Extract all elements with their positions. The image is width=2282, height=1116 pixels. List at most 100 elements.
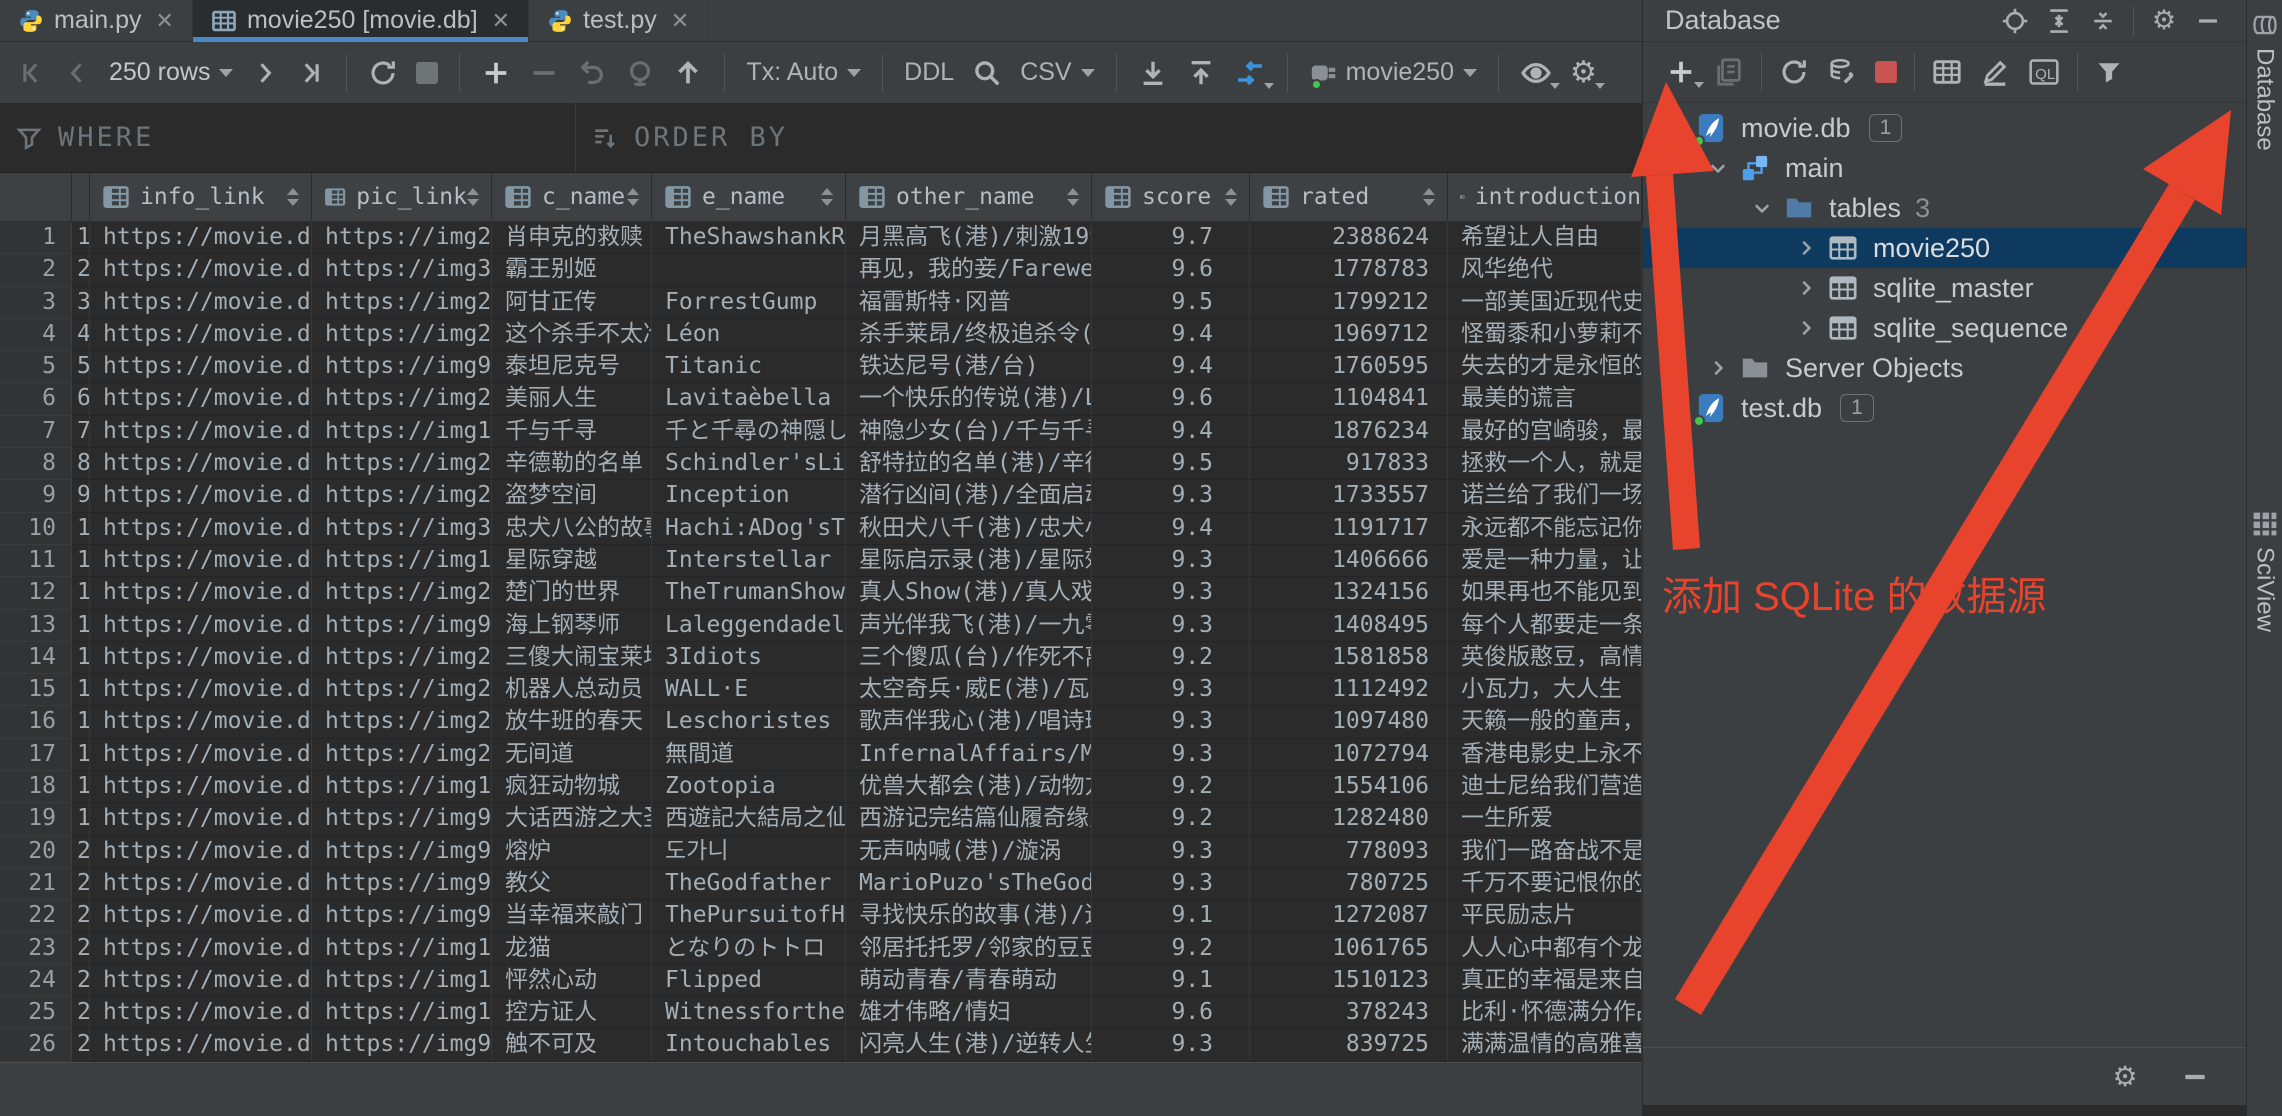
cell-other_name[interactable]: 三个傻瓜(台)/作死不离3兄弟(港 bbox=[846, 642, 1092, 674]
cell-introduction[interactable]: 人人心中都有个龙猫，童年就永 bbox=[1448, 933, 1642, 965]
cell-e_name[interactable]: Schindler'sList bbox=[652, 448, 846, 480]
last-page-button[interactable] bbox=[288, 51, 334, 95]
cell-c_name[interactable]: 控方证人 bbox=[492, 997, 652, 1029]
ddl-button[interactable]: DDL bbox=[895, 51, 963, 95]
import-data-button[interactable] bbox=[1177, 51, 1225, 95]
cell-info_link[interactable]: https://movie.douban… bbox=[90, 933, 312, 965]
cell-e_name[interactable]: Hachi:ADog'sTale bbox=[652, 513, 846, 545]
cell-rated[interactable]: 917833 bbox=[1250, 448, 1448, 480]
row-number[interactable]: 7 bbox=[0, 416, 72, 448]
cell-other_name[interactable]: 福雷斯特·冈普 bbox=[846, 287, 1092, 319]
close-icon[interactable]: ✕ bbox=[156, 8, 174, 34]
cell-info_link[interactable]: https://movie.douban… bbox=[90, 868, 312, 900]
cell-introduction[interactable]: 如果再也不能见到你，祝你早安 bbox=[1448, 577, 1642, 609]
cell-c_name[interactable]: 当幸福来敲门 bbox=[492, 900, 652, 932]
cell-e_name[interactable]: WALL·E bbox=[652, 674, 846, 706]
query-console-icon[interactable]: QL bbox=[2019, 50, 2069, 94]
cell-info_link[interactable]: https://movie.douban… bbox=[90, 222, 312, 254]
close-icon[interactable]: ✕ bbox=[671, 8, 689, 34]
cell-pic_link[interactable]: https://img2.dou… bbox=[312, 577, 492, 609]
cell-score[interactable]: 9.6 bbox=[1092, 383, 1250, 415]
cell-id[interactable]: 23 bbox=[72, 933, 90, 965]
cell-id[interactable]: 25 bbox=[72, 997, 90, 1029]
cell-pic_link[interactable]: https://img3.dou… bbox=[312, 254, 492, 286]
cell-score[interactable]: 9.3 bbox=[1092, 706, 1250, 738]
cell-id[interactable]: 4 bbox=[72, 319, 90, 351]
cell-pic_link[interactable]: https://img9.dou… bbox=[312, 868, 492, 900]
cell-info_link[interactable]: https://movie.douban… bbox=[90, 706, 312, 738]
open-table-icon[interactable] bbox=[1923, 50, 1971, 94]
chevron-right-icon[interactable] bbox=[1789, 317, 1823, 339]
chevron-right-icon[interactable] bbox=[1789, 237, 1823, 259]
cell-c_name[interactable]: 阿甘正传 bbox=[492, 287, 652, 319]
settings-gear-icon[interactable]: ⚙ bbox=[1561, 51, 1606, 95]
cell-id[interactable]: 2 bbox=[72, 254, 90, 286]
cell-e_name[interactable]: Leschoristes bbox=[652, 706, 846, 738]
cell-score[interactable]: 9.4 bbox=[1092, 351, 1250, 383]
cell-score[interactable]: 9.2 bbox=[1092, 803, 1250, 835]
cell-id[interactable]: 3 bbox=[72, 287, 90, 319]
cell-rated[interactable]: 1272087 bbox=[1250, 900, 1448, 932]
sort-arrows-icon[interactable] bbox=[1225, 188, 1237, 206]
cell-c_name[interactable]: 龙猫 bbox=[492, 933, 652, 965]
cell-introduction[interactable]: 诺兰给了我们一场无法盗取的梦 bbox=[1448, 480, 1642, 512]
cell-pic_link[interactable]: https://img2.dou… bbox=[312, 706, 492, 738]
row-number[interactable]: 24 bbox=[0, 965, 72, 997]
cell-other_name[interactable]: 月黑高飞(港)/刺激1995(台) bbox=[846, 222, 1092, 254]
cell-info_link[interactable]: https://movie.douban… bbox=[90, 803, 312, 835]
cell-info_link[interactable]: https://movie.douban… bbox=[90, 900, 312, 932]
cell-pic_link[interactable]: https://img1.dou… bbox=[312, 416, 492, 448]
cell-info_link[interactable]: https://movie.douban… bbox=[90, 448, 312, 480]
previous-page-button[interactable] bbox=[54, 51, 100, 95]
toolwindow-tab-sciview[interactable]: SciView bbox=[2251, 511, 2279, 632]
column-header-score[interactable]: score bbox=[1092, 173, 1250, 221]
cell-info_link[interactable]: https://movie.douban… bbox=[90, 287, 312, 319]
cell-e_name[interactable]: Intouchables bbox=[652, 1029, 846, 1061]
cell-score[interactable]: 9.1 bbox=[1092, 965, 1250, 997]
sort-arrows-icon[interactable] bbox=[467, 188, 479, 206]
cell-score[interactable]: 9.2 bbox=[1092, 933, 1250, 965]
cell-id[interactable]: 18 bbox=[72, 771, 90, 803]
cell-id[interactable]: 6 bbox=[72, 383, 90, 415]
cell-id[interactable]: 8 bbox=[72, 448, 90, 480]
cell-rated[interactable]: 1324156 bbox=[1250, 577, 1448, 609]
cell-c_name[interactable]: 无间道 bbox=[492, 739, 652, 771]
row-number[interactable]: 2 bbox=[0, 254, 72, 286]
tree-item-test-db[interactable]: test.db1 bbox=[1643, 388, 2247, 428]
cell-c_name[interactable]: 熔炉 bbox=[492, 836, 652, 868]
cell-introduction[interactable]: 小瓦力，大人生 bbox=[1448, 674, 1642, 706]
toolwindow-tab-database[interactable]: Database bbox=[2251, 12, 2279, 151]
submit-changes-button[interactable] bbox=[664, 51, 712, 95]
cell-info_link[interactable]: https://movie.douban… bbox=[90, 545, 312, 577]
collapse-all-icon[interactable] bbox=[2081, 3, 2125, 39]
cell-info_link[interactable]: https://movie.douban… bbox=[90, 577, 312, 609]
row-number[interactable]: 9 bbox=[0, 480, 72, 512]
cell-introduction[interactable]: 英俊版憨豆，高情商版谢耳朵 bbox=[1448, 642, 1642, 674]
cell-e_name[interactable]: となりのトトロ bbox=[652, 933, 846, 965]
cell-info_link[interactable]: https://movie.douban… bbox=[90, 836, 312, 868]
cell-rated[interactable]: 1282480 bbox=[1250, 803, 1448, 835]
cell-pic_link[interactable]: https://img2.dou… bbox=[312, 319, 492, 351]
row-number[interactable]: 10 bbox=[0, 513, 72, 545]
compare-data-icon[interactable] bbox=[1225, 51, 1275, 95]
row-number[interactable]: 6 bbox=[0, 383, 72, 415]
cell-e_name[interactable]: 西遊記大結局之仙履奇緣 bbox=[652, 803, 846, 835]
new-datasource-button[interactable] bbox=[1657, 50, 1705, 94]
cell-pic_link[interactable]: https://img2.dou… bbox=[312, 448, 492, 480]
cell-other_name[interactable]: 声光伴我飞(港)/一九零零的传奇 bbox=[846, 610, 1092, 642]
cell-id[interactable]: 9 bbox=[72, 480, 90, 512]
cell-other_name[interactable]: 杀手莱昂/终极追杀令(台) bbox=[846, 319, 1092, 351]
cell-score[interactable]: 9.3 bbox=[1092, 577, 1250, 609]
cell-info_link[interactable]: https://movie.douban… bbox=[90, 739, 312, 771]
cell-id[interactable]: 24 bbox=[72, 965, 90, 997]
cell-introduction[interactable]: 真正的幸福是来自内心深处 bbox=[1448, 965, 1642, 997]
cell-c_name[interactable]: 星际穿越 bbox=[492, 545, 652, 577]
cell-e_name[interactable]: Flipped bbox=[652, 965, 846, 997]
stop-button[interactable] bbox=[407, 51, 447, 95]
row-number[interactable]: 14 bbox=[0, 642, 72, 674]
duplicate-icon[interactable] bbox=[1705, 50, 1753, 94]
cell-pic_link[interactable]: https://img9.dou… bbox=[312, 900, 492, 932]
cell-c_name[interactable]: 机器人总动员 bbox=[492, 674, 652, 706]
cell-other_name[interactable]: 星际启示录(港)/星际效应(台) bbox=[846, 545, 1092, 577]
cell-score[interactable]: 9.6 bbox=[1092, 254, 1250, 286]
